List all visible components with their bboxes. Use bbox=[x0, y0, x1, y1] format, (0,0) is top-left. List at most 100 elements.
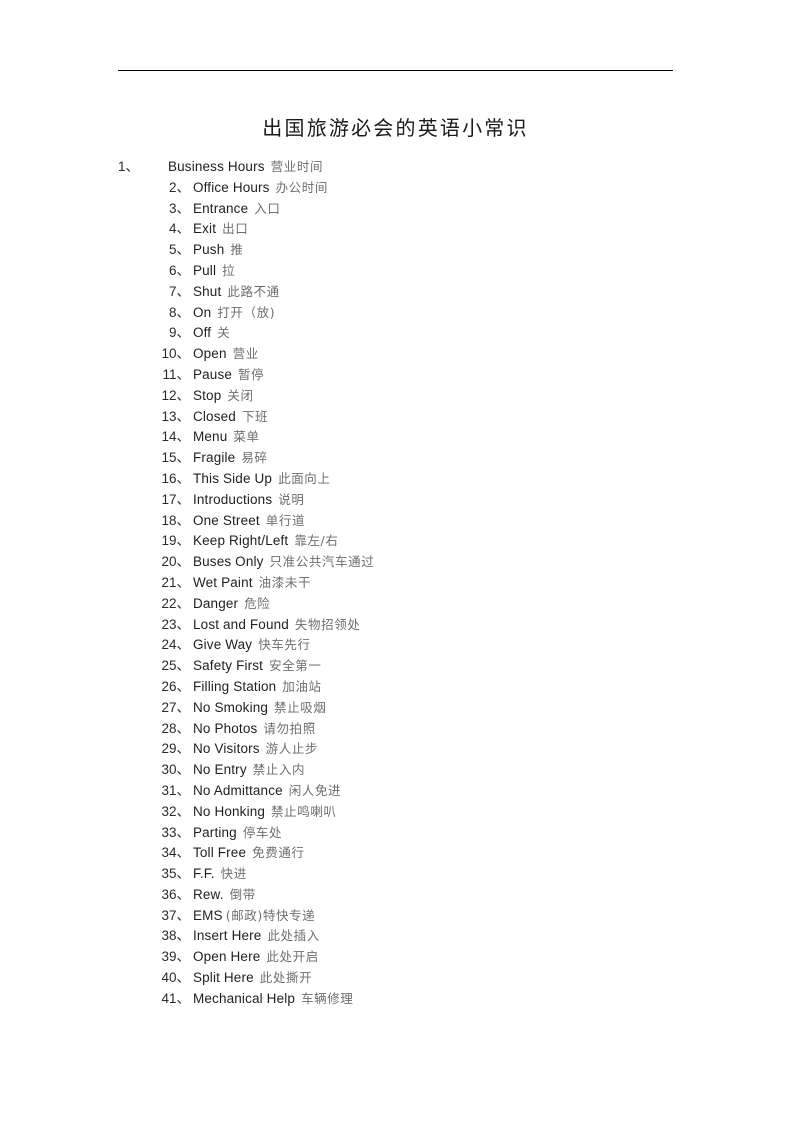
list-item-english: Danger bbox=[193, 595, 239, 611]
list-item-number: 1、 bbox=[118, 159, 140, 174]
list-item-chinese: 车辆修理 bbox=[301, 990, 354, 1006]
list-item-english: Rew. bbox=[193, 886, 224, 902]
list-item-english: Open bbox=[193, 346, 227, 362]
list-item-content: Fragile 易碎 bbox=[193, 448, 268, 469]
list-item-chinese: 快进 bbox=[220, 866, 247, 882]
list-item-number: 29、 bbox=[161, 741, 190, 757]
list-item-number: 12、 bbox=[161, 387, 190, 403]
list-item: 22、 Danger 危险 bbox=[118, 594, 678, 615]
list-item-content: Give Way 快车先行 bbox=[193, 635, 311, 656]
list-item-english: Toll Free bbox=[193, 845, 247, 861]
list-item-content: No Honking 禁止鸣喇叭 bbox=[193, 802, 337, 823]
list-item-content: Off 关 bbox=[193, 323, 230, 344]
list-item-number: 17、 bbox=[161, 491, 190, 507]
list-item-content: Entrance 入口 bbox=[193, 199, 280, 220]
list-item: 12、 Stop 关闭 bbox=[118, 386, 678, 407]
list-item-content: No Admittance 闲人免进 bbox=[193, 781, 341, 802]
list-item-english: Keep Right/Left bbox=[193, 533, 289, 549]
list-item-content: Closed 下班 bbox=[193, 407, 268, 428]
list-item-chinese: 靠左/右 bbox=[294, 533, 339, 549]
document-page: 出国旅游必会的英语小常识 1、 Business Hours 营业时间 2、 Offic… bbox=[0, 0, 793, 1122]
list-item: 36、 Rew. 倒带 bbox=[118, 885, 678, 906]
list-item-content: Office Hours 办公时间 bbox=[193, 178, 328, 199]
list-item-number: 20、 bbox=[161, 554, 190, 570]
list-item: 5、 Push 推 bbox=[118, 240, 678, 261]
list-item-content: Open 营业 bbox=[193, 344, 259, 365]
list-item-english: No Smoking bbox=[193, 699, 269, 715]
list-item-chinese: 推 bbox=[230, 242, 244, 258]
list-item-chinese: 停车处 bbox=[242, 824, 283, 840]
list-item: 31、 No Admittance 闲人免进 bbox=[118, 781, 678, 802]
list-item: 32、 No Honking 禁止鸣喇叭 bbox=[118, 802, 678, 823]
list-item-content: No Smoking 禁止吸烟 bbox=[193, 698, 326, 719]
list-item: 14、 Menu 菜单 bbox=[118, 427, 678, 448]
list-item-english: Filling Station bbox=[193, 678, 277, 694]
list-item-chinese: 易碎 bbox=[241, 450, 268, 466]
list-item-chinese: 此处插入 bbox=[267, 928, 320, 944]
list-item-number: 23、 bbox=[161, 616, 190, 632]
list-item-chinese: 安全第一 bbox=[269, 658, 322, 674]
list-item-english: Give Way bbox=[193, 637, 253, 653]
list-item: 24、 Give Way 快车先行 bbox=[118, 635, 678, 656]
list-item-content: Buses Only 只准公共汽车通过 bbox=[193, 552, 374, 573]
list-item-chinese: 只准公共汽车通过 bbox=[269, 554, 375, 570]
list-item-number: 38、 bbox=[161, 928, 190, 944]
list-item-number: 14、 bbox=[161, 429, 190, 445]
list-item-number: 11、 bbox=[162, 366, 190, 382]
list-item-english: Introductions bbox=[193, 491, 273, 507]
list-item-content: Filling Station 加油站 bbox=[193, 677, 322, 698]
list-item: 41、 Mechanical Help 车辆修理 bbox=[118, 989, 678, 1010]
list-item-content: Danger 危险 bbox=[193, 594, 270, 615]
list-item: 11、 Pause 暂停 bbox=[118, 365, 678, 386]
list-item: 33、 Parting 停车处 bbox=[118, 823, 678, 844]
list-item: 8、 On 打开（放) bbox=[118, 303, 678, 324]
list-item-english: EMS bbox=[193, 907, 223, 923]
list-item: 4、 Exit 出口 bbox=[118, 219, 678, 240]
list-item-content: Business Hours 营业时间 bbox=[168, 157, 323, 178]
list-item-content: On 打开（放) bbox=[193, 303, 275, 324]
list-item-chinese: 入口 bbox=[254, 200, 281, 216]
list-item-chinese: 危险 bbox=[244, 595, 271, 611]
list-item-number: 3、 bbox=[168, 200, 190, 216]
list-item-chinese: 快车先行 bbox=[258, 637, 311, 653]
page-title: 出国旅游必会的英语小常识 bbox=[262, 116, 529, 141]
list-item-english: Pause bbox=[193, 366, 233, 382]
list-item-chinese: 出口 bbox=[222, 221, 249, 237]
list-item-number: 9、 bbox=[168, 325, 190, 341]
list-item-chinese: 下班 bbox=[241, 408, 269, 424]
list-item-english: Off bbox=[193, 325, 212, 341]
list-item-chinese: 此处撕开 bbox=[259, 970, 313, 986]
list-item-english: Stop bbox=[193, 387, 222, 403]
header-divider-rule bbox=[118, 70, 673, 71]
list-item-content: Toll Free 免费通行 bbox=[193, 843, 305, 864]
list-item-content: No Visitors 游人止步 bbox=[193, 739, 318, 760]
list-item-chinese: 倒带 bbox=[229, 886, 256, 902]
list-item-english: One Street bbox=[193, 512, 260, 528]
list-item: 20、 Buses Only 只准公共汽车通过 bbox=[118, 552, 678, 573]
list-item-chinese: 单行道 bbox=[265, 512, 306, 528]
list-item-content: Wet Paint 油漆未干 bbox=[193, 573, 311, 594]
list-item-chinese: 闲人免进 bbox=[288, 782, 342, 798]
list-item-chinese: 油漆未干 bbox=[258, 574, 312, 590]
list-item-chinese: 禁止入内 bbox=[252, 762, 306, 778]
list-item-content: Parting 停车处 bbox=[193, 823, 282, 844]
vocabulary-list: 1、 Business Hours 营业时间 2、 Office Hours 办公时间 3、… bbox=[118, 157, 678, 1010]
list-item-number: 2、 bbox=[168, 179, 190, 195]
list-item-english: Business Hours bbox=[168, 159, 265, 174]
list-item-number: 40、 bbox=[161, 970, 190, 986]
list-item-english: Shut bbox=[193, 283, 222, 299]
list-item: 23、 Lost and Found 失物招领处 bbox=[118, 615, 678, 636]
list-item-number: 7、 bbox=[168, 283, 190, 299]
list-item-english: F.F. bbox=[193, 866, 215, 882]
list-item-content: F.F. 快进 bbox=[193, 864, 247, 885]
list-item-chinese: 加油站 bbox=[282, 678, 322, 694]
list-item: 15、 Fragile 易碎 bbox=[118, 448, 678, 469]
list-item-english: Lost and Found bbox=[193, 616, 289, 632]
list-item-english: No Honking bbox=[193, 803, 266, 819]
list-item: 37、 EMS (邮政)特快专递 bbox=[118, 906, 678, 927]
list-item-chinese: 办公时间 bbox=[275, 179, 328, 195]
list-item-number: 39、 bbox=[161, 949, 190, 965]
list-item: 18、 One Street 单行道 bbox=[118, 511, 678, 532]
list-item: 27、 No Smoking 禁止吸烟 bbox=[118, 698, 678, 719]
list-item-chinese: 暂停 bbox=[238, 366, 265, 382]
